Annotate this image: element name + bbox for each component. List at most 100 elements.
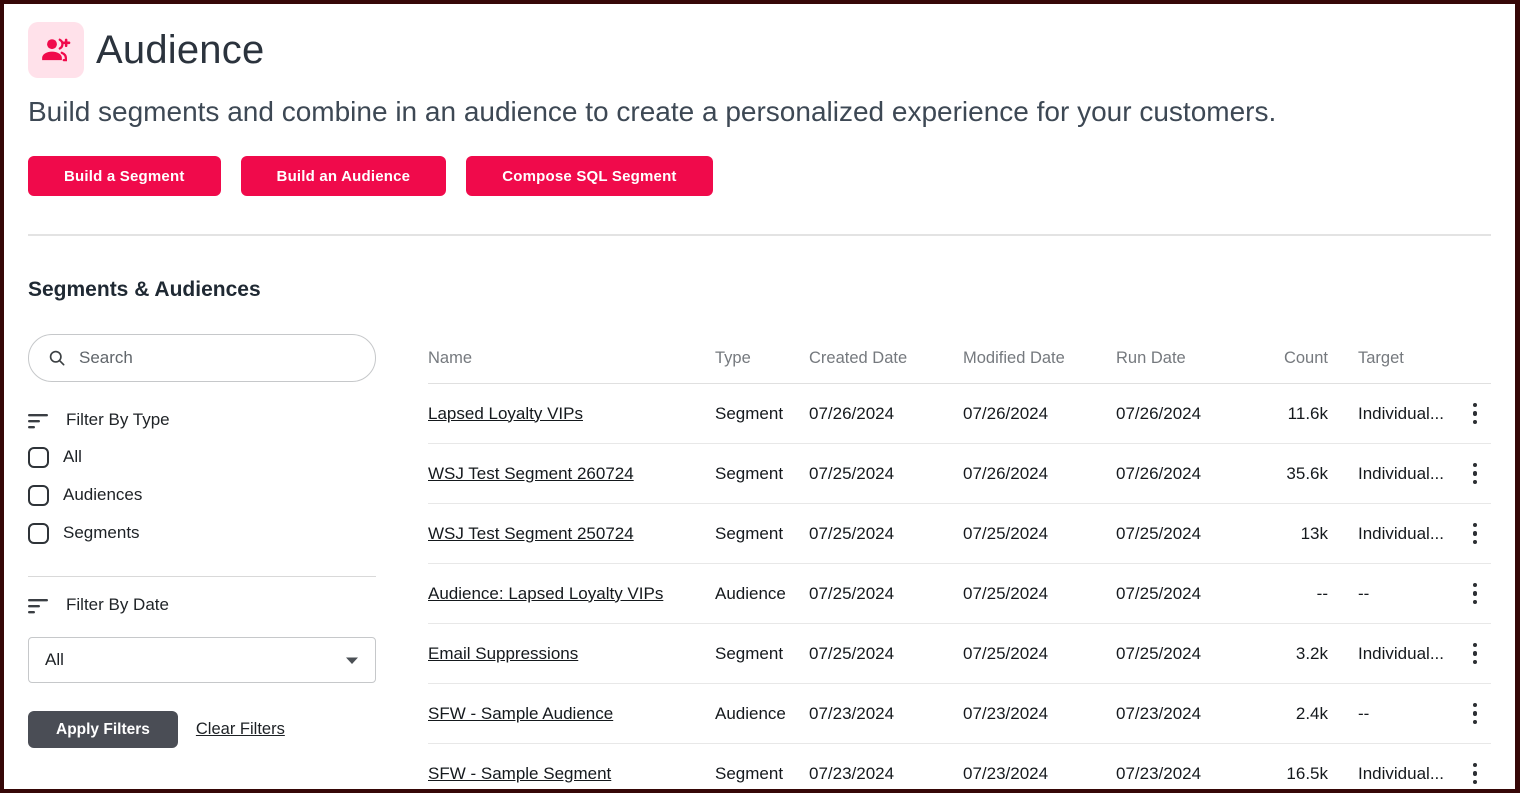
row-run-date: 07/25/2024 [1116,584,1253,604]
checkbox-all[interactable]: All [28,446,376,468]
table-header-row: Name Type Created Date Modified Date Run… [428,334,1491,384]
table-row: Lapsed Loyalty VIPs Segment 07/26/2024 0… [428,384,1491,444]
filters-sidebar: Filter By Type All Audiences Segments [28,334,376,789]
row-target: Individual... [1328,524,1453,544]
search-input[interactable] [79,348,357,368]
row-created-date: 07/23/2024 [809,704,963,724]
row-run-date: 07/23/2024 [1116,704,1253,724]
column-header-modified: Modified Date [963,349,1116,368]
audience-page: Audience Build segments and combine in a… [4,4,1515,789]
row-run-date: 07/23/2024 [1116,764,1253,784]
row-modified-date: 07/25/2024 [963,524,1116,544]
row-name-link[interactable]: WSJ Test Segment 260724 [428,464,634,483]
table-row: SFW - Sample Segment Segment 07/23/2024 … [428,744,1491,789]
compose-sql-segment-button[interactable]: Compose SQL Segment [466,156,712,196]
row-type: Segment [715,644,809,664]
filter-lines-icon [28,411,50,429]
column-header-created: Created Date [809,349,963,368]
row-created-date: 07/23/2024 [809,764,963,784]
table-row: WSJ Test Segment 250724 Segment 07/25/20… [428,504,1491,564]
table-row: WSJ Test Segment 260724 Segment 07/25/20… [428,444,1491,504]
column-header-target: Target [1328,349,1453,368]
checkbox-audiences-label: Audiences [63,485,142,505]
section-title: Segments & Audiences [28,278,1491,302]
build-segment-button[interactable]: Build a Segment [28,156,221,196]
checkbox-all-label: All [63,447,82,467]
person-add-icon [28,22,84,78]
row-modified-date: 07/25/2024 [963,644,1116,664]
row-target: -- [1328,704,1453,724]
column-header-name: Name [428,349,715,368]
kebab-menu-icon[interactable] [1469,699,1482,729]
row-created-date: 07/25/2024 [809,464,963,484]
row-type: Audience [715,584,809,604]
row-created-date: 07/25/2024 [809,644,963,664]
row-name-link[interactable]: Lapsed Loyalty VIPs [428,404,583,423]
kebab-menu-icon[interactable] [1469,459,1482,489]
kebab-menu-icon[interactable] [1469,759,1482,789]
row-count: 16.5k [1253,764,1328,784]
checkbox-audiences-box[interactable] [28,485,49,506]
primary-actions: Build a Segment Build an Audience Compos… [28,156,1491,196]
filter-actions: Apply Filters Clear Filters [28,711,376,748]
row-target: Individual... [1328,764,1453,784]
row-type: Audience [715,704,809,724]
row-count: 35.6k [1253,464,1328,484]
filter-by-type-header: Filter By Type [28,410,376,430]
header-divider [28,234,1491,236]
row-created-date: 07/25/2024 [809,524,963,544]
row-modified-date: 07/23/2024 [963,764,1116,784]
row-name-link[interactable]: Audience: Lapsed Loyalty VIPs [428,584,663,603]
row-run-date: 07/26/2024 [1116,464,1253,484]
table-row: SFW - Sample Audience Audience 07/23/202… [428,684,1491,744]
row-count: -- [1253,584,1328,604]
checkbox-segments-box[interactable] [28,523,49,544]
date-filter-select[interactable]: All [28,637,376,683]
checkbox-audiences[interactable]: Audiences [28,484,376,506]
checkbox-segments[interactable]: Segments [28,522,376,544]
filter-by-date-header: Filter By Date [28,595,376,615]
column-header-type: Type [715,349,809,368]
segments-table: Name Type Created Date Modified Date Run… [428,334,1491,789]
row-name-link[interactable]: SFW - Sample Segment [428,764,611,783]
row-type: Segment [715,524,809,544]
row-type: Segment [715,404,809,424]
row-run-date: 07/25/2024 [1116,644,1253,664]
checkbox-segments-label: Segments [63,523,140,543]
row-type: Segment [715,764,809,784]
kebab-menu-icon[interactable] [1469,639,1482,669]
search-icon [47,348,67,368]
filter-lines-icon [28,596,50,614]
row-count: 11.6k [1253,404,1328,424]
caret-down-icon [345,656,359,665]
kebab-menu-icon[interactable] [1469,579,1482,609]
date-filter-value: All [45,650,64,670]
kebab-menu-icon[interactable] [1469,399,1482,429]
row-count: 2.4k [1253,704,1328,724]
row-modified-date: 07/26/2024 [963,464,1116,484]
table-row: Email Suppressions Segment 07/25/2024 07… [428,624,1491,684]
row-run-date: 07/25/2024 [1116,524,1253,544]
row-modified-date: 07/23/2024 [963,704,1116,724]
row-target: Individual... [1328,404,1453,424]
page-title: Audience [96,28,264,73]
row-target: -- [1328,584,1453,604]
kebab-menu-icon[interactable] [1469,519,1482,549]
page-header: Audience [28,22,1491,78]
apply-filters-button[interactable]: Apply Filters [28,711,178,748]
filter-by-type-label: Filter By Type [66,410,170,430]
row-modified-date: 07/26/2024 [963,404,1116,424]
clear-filters-link[interactable]: Clear Filters [196,720,285,739]
row-name-link[interactable]: SFW - Sample Audience [428,704,613,723]
search-box[interactable] [28,334,376,382]
filter-by-date-label: Filter By Date [66,595,169,615]
row-target: Individual... [1328,644,1453,664]
checkbox-all-box[interactable] [28,447,49,468]
row-run-date: 07/26/2024 [1116,404,1253,424]
row-created-date: 07/25/2024 [809,584,963,604]
build-audience-button[interactable]: Build an Audience [241,156,447,196]
column-header-run: Run Date [1116,349,1253,368]
sidebar-divider [28,576,376,577]
row-name-link[interactable]: Email Suppressions [428,644,578,663]
row-name-link[interactable]: WSJ Test Segment 250724 [428,524,634,543]
